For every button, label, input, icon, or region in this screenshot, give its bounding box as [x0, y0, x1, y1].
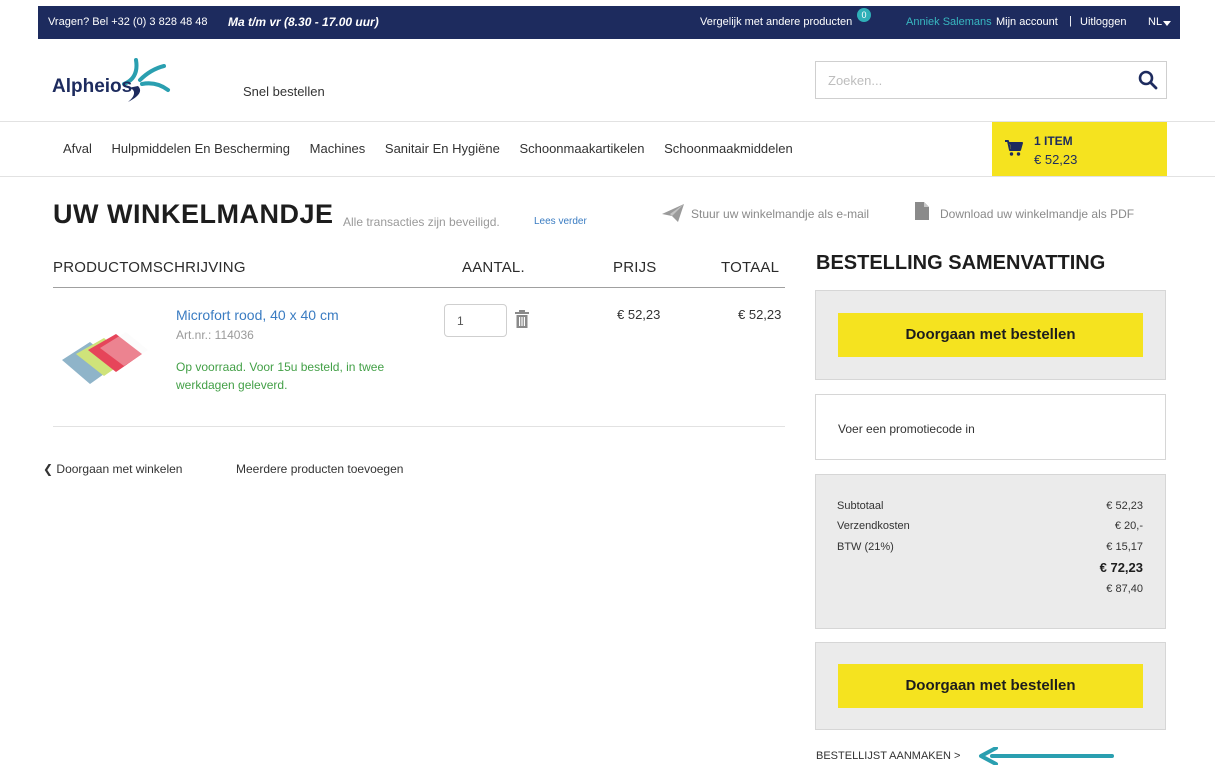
logo-text: Alpheios — [52, 76, 133, 97]
total-excl-value: € 72,23 — [1099, 560, 1143, 575]
nav-item-schoonmaakartikelen[interactable]: Schoonmaakartikelen — [519, 141, 644, 156]
continue-order-button-bottom[interactable]: Doorgaan met bestellen — [838, 664, 1143, 708]
email-cart-link[interactable]: Stuur uw winkelmandje als e-mail — [661, 203, 869, 226]
column-header-product: PRODUCTOMSCHRIJVING — [53, 259, 246, 276]
opening-hours: Ma t/m vr (8.30 - 17.00 uur) — [228, 15, 379, 29]
logo[interactable]: Alpheios — [52, 54, 177, 104]
logout-link[interactable]: Uitloggen — [1080, 16, 1126, 28]
search-icon[interactable] — [1138, 70, 1158, 90]
download-pdf-label: Download uw winkelmandje als PDF — [940, 207, 1135, 221]
quick-order-link[interactable]: Snel bestellen — [243, 84, 325, 99]
vat-label: BTW (21%) — [837, 541, 894, 553]
product-article-number: Art.nr.: 114036 — [176, 328, 254, 342]
paper-plane-icon — [662, 204, 684, 222]
nav-item-afval[interactable]: Afval — [63, 141, 92, 156]
nav-item-sanitair[interactable]: Sanitair En Hygiëne — [385, 141, 500, 156]
quantity-input[interactable] — [444, 304, 507, 337]
summary-title: BESTELLING SAMENVATTING — [816, 252, 1106, 274]
total-incl-value: € 87,40 — [1106, 583, 1143, 595]
continue-shopping-label: Doorgaan met winkelen — [56, 462, 183, 476]
secure-notice: Alle transacties zijn beveiligd. — [343, 215, 500, 229]
page-title: UW WINKELMANDJE — [53, 199, 334, 229]
line-total: € 52,23 — [738, 307, 782, 322]
add-more-products-link[interactable]: Meerdere producten toevoegen — [236, 462, 403, 476]
subtotal-value: € 52,23 — [1106, 500, 1143, 512]
product-name-link[interactable]: Microfort rood, 40 x 40 cm — [176, 307, 339, 323]
create-order-list-link[interactable]: BESTELLIJST AANMAKEN > — [816, 750, 960, 762]
nav-item-schoonmaakmiddelen[interactable]: Schoonmaakmiddelen — [664, 141, 793, 156]
table-divider — [53, 287, 785, 288]
totals-panel: Subtotaal € 52,23 Verzendkosten € 20,- B… — [815, 474, 1166, 629]
subtotal-label: Subtotaal — [837, 500, 884, 512]
cart-icon — [1005, 140, 1023, 156]
column-header-quantity: AANTAL. — [462, 259, 525, 276]
trash-icon[interactable] — [515, 310, 529, 328]
compare-count-badge: 0 — [857, 8, 871, 22]
nav-item-machines[interactable]: Machines — [310, 141, 366, 156]
phone-text: Vragen? Bel +32 (0) 3 828 48 48 — [48, 16, 208, 28]
unit-price: € 52,23 — [617, 307, 661, 322]
shipping-label: Verzendkosten — [837, 520, 910, 532]
language-selector[interactable]: NL — [1148, 16, 1162, 28]
download-pdf-link[interactable]: Download uw winkelmandje als PDF — [914, 201, 1134, 224]
cart-total: € 52,23 — [1034, 152, 1078, 167]
compare-link[interactable]: Vergelijk met andere producten — [700, 16, 852, 28]
stock-status: Op voorraad. Voor 15u besteld, in twee w… — [176, 360, 385, 392]
shipping-value: € 20,- — [1114, 520, 1143, 532]
cart-item-count: 1 ITEM — [1034, 134, 1073, 148]
promo-code-link[interactable]: Voer een promotiecode in — [838, 422, 975, 436]
promo-code-panel[interactable]: Voer een promotiecode in — [815, 394, 1166, 460]
document-icon — [915, 202, 929, 220]
email-cart-label: Stuur uw winkelmandje als e-mail — [691, 207, 870, 221]
arrow-left-icon — [979, 747, 1114, 765]
column-header-price: PRIJS — [613, 259, 657, 276]
order-panel-bottom: Doorgaan met bestellen — [815, 642, 1166, 730]
product-image[interactable] — [60, 330, 150, 386]
my-account-link[interactable]: Mijn account — [996, 16, 1058, 28]
row-divider — [53, 426, 785, 427]
vat-value: € 15,17 — [1106, 541, 1143, 553]
nav-item-hulpmiddelen[interactable]: Hulpmiddelen En Bescherming — [112, 141, 290, 156]
separator: | — [1069, 15, 1072, 27]
username-link[interactable]: Anniek Salemans — [906, 16, 992, 28]
continue-shopping-link[interactable]: ❮ Doorgaan met winkelen — [43, 462, 182, 476]
order-panel-top: Doorgaan met bestellen — [815, 290, 1166, 380]
main-nav: Afval Hulpmiddelen En Bescherming Machin… — [63, 141, 809, 156]
chevron-left-icon: ❮ — [43, 462, 54, 476]
nav-divider-bottom — [0, 176, 1215, 177]
chevron-down-icon[interactable] — [1163, 21, 1171, 26]
top-bar: Vragen? Bel +32 (0) 3 828 48 48 Ma t/m v… — [38, 6, 1180, 39]
search-input[interactable] — [816, 62, 1126, 98]
mini-cart[interactable]: 1 ITEM € 52,23 — [992, 122, 1167, 176]
continue-order-button-top[interactable]: Doorgaan met bestellen — [838, 313, 1143, 357]
read-more-link[interactable]: Lees verder — [534, 216, 587, 227]
search-box — [815, 61, 1167, 99]
column-header-total: TOTAAL — [721, 259, 780, 276]
